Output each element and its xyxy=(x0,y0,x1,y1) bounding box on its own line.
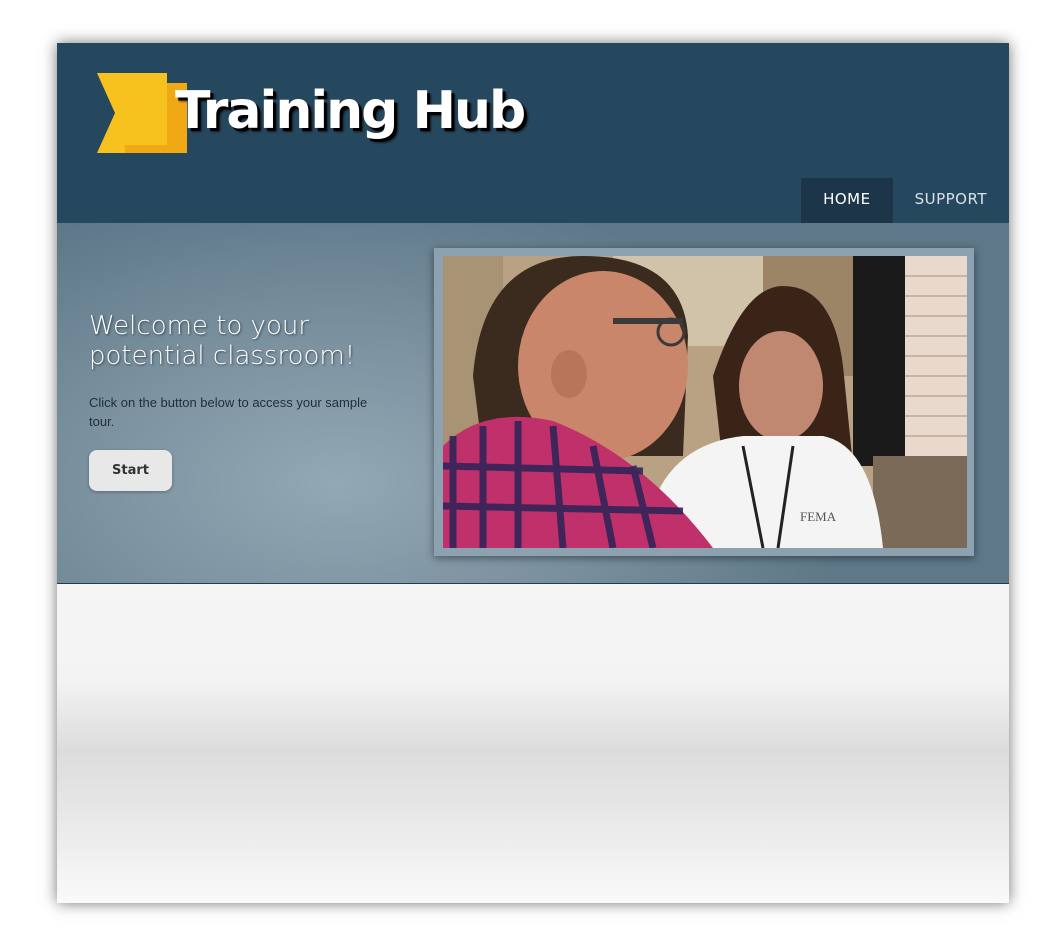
site-header: Training Hub HOME SUPPORT xyxy=(57,43,1009,223)
logo[interactable]: Training Hub xyxy=(97,73,526,158)
nav-support[interactable]: SUPPORT xyxy=(893,178,1009,223)
hero-image-frame: FEMA xyxy=(434,248,974,556)
page-frame: Training Hub HOME SUPPORT Welcome to you… xyxy=(57,43,1009,903)
hero-section: Welcome to your potential classroom! Cli… xyxy=(57,223,1009,584)
classroom-photo-illustration: FEMA xyxy=(443,256,967,548)
logo-text: Training Hub xyxy=(175,81,526,141)
hero-subtitle: Click on the button below to access your… xyxy=(89,395,368,429)
hero-image: FEMA xyxy=(443,256,967,548)
nav-home[interactable]: HOME xyxy=(801,178,893,223)
content-area xyxy=(57,584,1009,903)
hero-title: Welcome to your potential classroom! xyxy=(89,311,356,371)
main-nav: HOME SUPPORT xyxy=(801,178,1009,223)
start-button[interactable]: Start xyxy=(89,450,172,491)
image-fema-text: FEMA xyxy=(800,509,837,524)
